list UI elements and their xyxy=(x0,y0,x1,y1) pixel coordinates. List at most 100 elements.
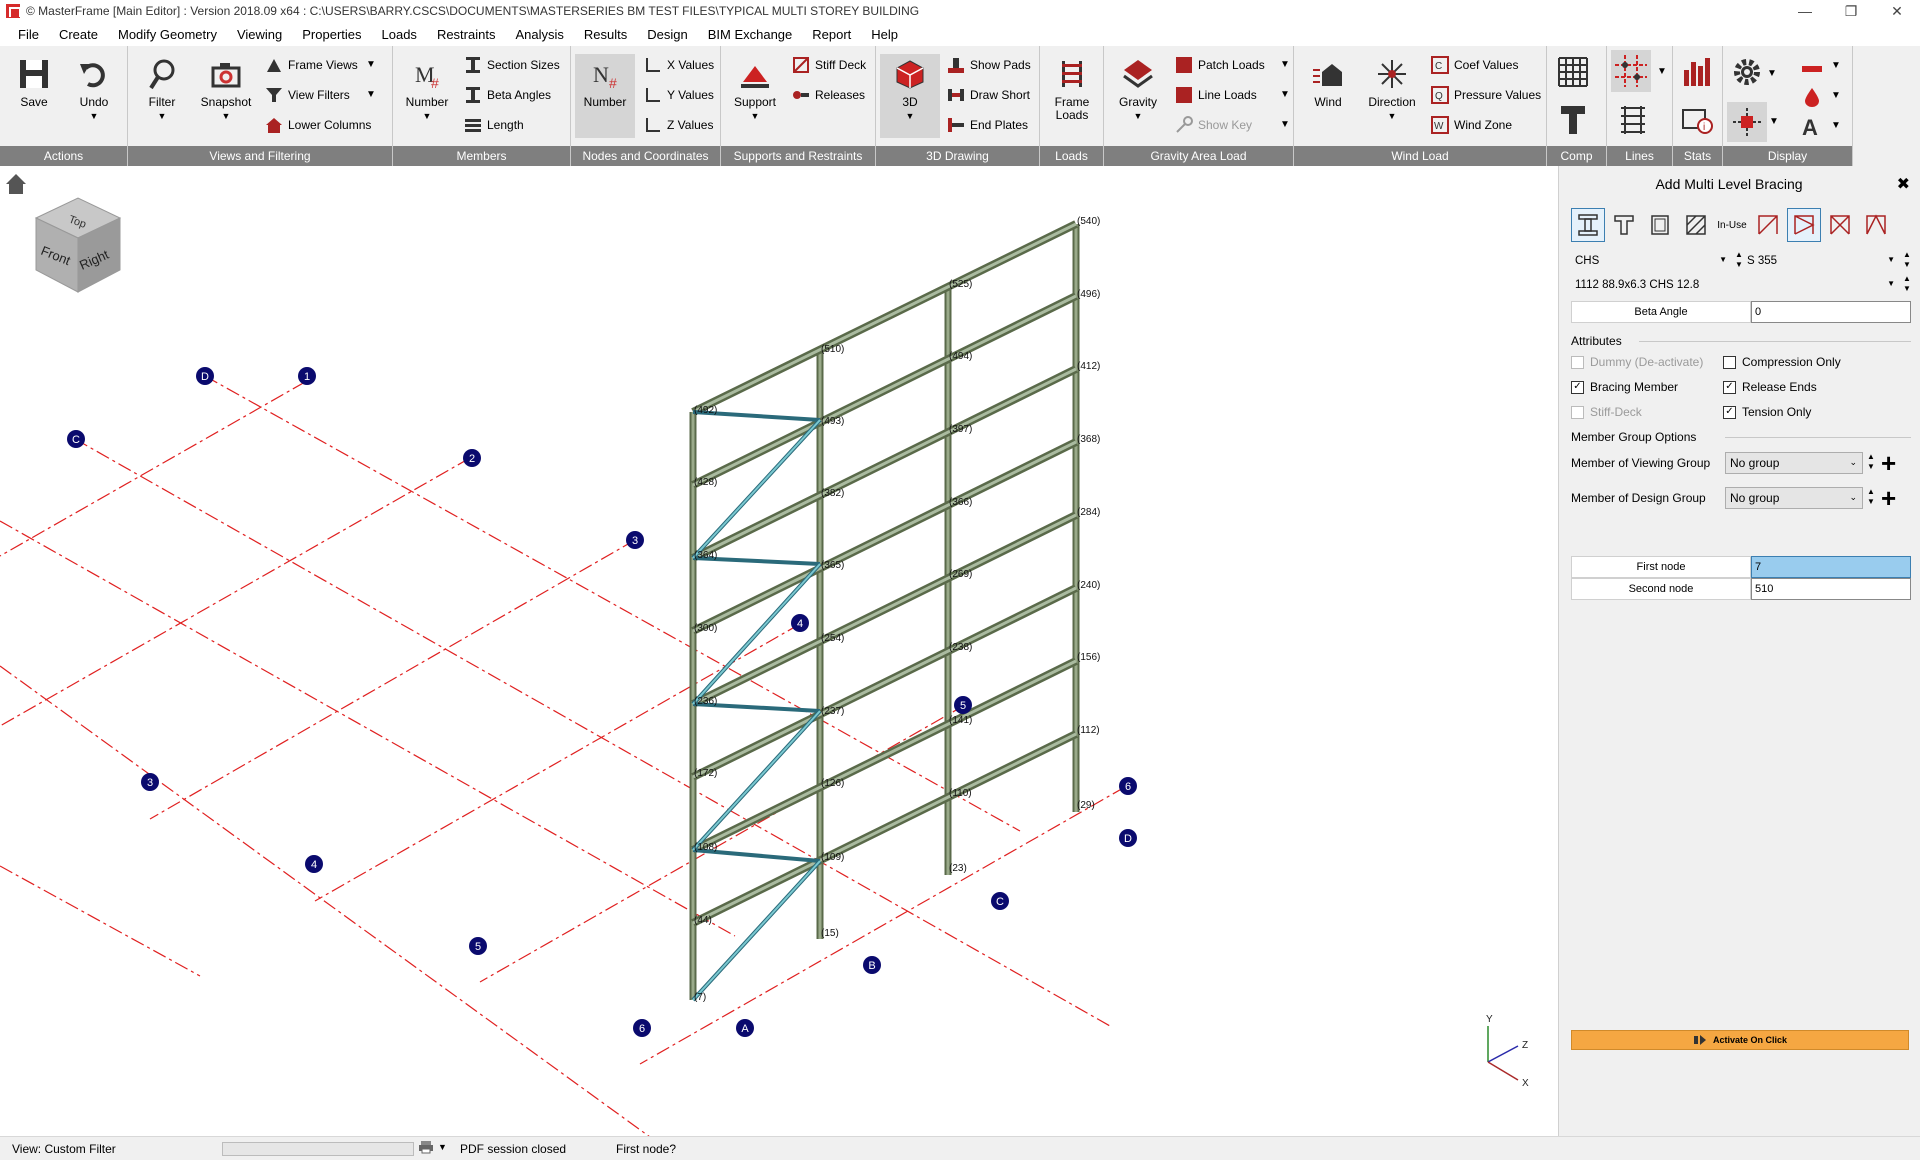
grid-bubble[interactable]: 1 xyxy=(298,367,316,385)
box-section-type-button[interactable] xyxy=(1643,208,1677,242)
menu-file[interactable]: File xyxy=(8,27,49,42)
frame-views-button[interactable]: Frame Views xyxy=(264,54,358,76)
add-design-group-button[interactable]: + xyxy=(1881,485,1896,511)
x-brace-button[interactable] xyxy=(1823,208,1857,242)
level-lines-button[interactable] xyxy=(1617,102,1649,138)
menu-properties[interactable]: Properties xyxy=(292,27,371,42)
tension-only-checkbox[interactable]: ✓ Tension Only xyxy=(1723,405,1811,419)
releases-button[interactable]: Releases xyxy=(791,84,865,106)
show-key-dropdown[interactable]: ▼ xyxy=(1280,119,1290,130)
grid-lines-button[interactable] xyxy=(1611,50,1651,92)
support-button[interactable]: Support ▼ xyxy=(725,54,785,138)
menu-bim-exchange[interactable]: BIM Exchange xyxy=(698,27,803,42)
view-cube[interactable]: Top Front Right xyxy=(34,197,122,293)
grid-bubble[interactable]: A xyxy=(736,1019,754,1037)
wind-zone-button[interactable]: W Wind Zone xyxy=(1430,114,1512,136)
menu-report[interactable]: Report xyxy=(802,27,861,42)
section-size-spinner[interactable]: ▲ ▼ xyxy=(1901,274,1913,296)
menu-create[interactable]: Create xyxy=(49,27,108,42)
pressure-values-button[interactable]: Q Pressure Values xyxy=(1430,84,1541,106)
grid-bubble[interactable]: C xyxy=(991,892,1009,910)
stats-chart-button[interactable] xyxy=(1681,54,1713,90)
line-loads-dropdown[interactable]: ▼ xyxy=(1280,89,1290,100)
grid-bubble[interactable]: 2 xyxy=(463,449,481,467)
grade-spinner[interactable]: ▲ ▼ xyxy=(1901,250,1913,272)
3d-button[interactable]: 3D ▼ xyxy=(880,54,940,138)
grid-bubble[interactable]: 5 xyxy=(469,937,487,955)
grade-select[interactable]: S 355 ▼ xyxy=(1743,250,1899,272)
direction-button[interactable]: Direction ▼ xyxy=(1362,54,1422,138)
menu-viewing[interactable]: Viewing xyxy=(227,27,292,42)
viewing-group-spinner[interactable]: ▲ ▼ xyxy=(1865,452,1877,474)
show-key-button[interactable]: Show Key xyxy=(1174,114,1252,136)
in-use-button[interactable]: In-Use xyxy=(1715,208,1749,242)
view-filters-dropdown[interactable]: ▼ xyxy=(366,89,376,100)
grid-bubble[interactable]: 6 xyxy=(1119,777,1137,795)
stats-info-button[interactable]: i xyxy=(1681,102,1713,138)
x-values-button[interactable]: X Values xyxy=(643,54,714,76)
release-ends-checkbox[interactable]: ✓ Release Ends xyxy=(1723,380,1817,394)
text-style-button[interactable]: A xyxy=(1801,116,1823,138)
second-node-input[interactable]: 510 xyxy=(1751,578,1911,600)
wind-button[interactable]: Wind xyxy=(1298,54,1358,138)
coef-values-button[interactable]: C Coef Values xyxy=(1430,54,1518,76)
draw-short-button[interactable]: Draw Short xyxy=(946,84,1030,106)
patch-loads-button[interactable]: Patch Loads xyxy=(1174,54,1265,76)
model-viewport[interactable]: Top Front Right (540) (525) (496) (510) … xyxy=(0,166,1558,1136)
grid-bubble[interactable]: D xyxy=(196,367,214,385)
menu-design[interactable]: Design xyxy=(637,27,697,42)
member-color-button[interactable] xyxy=(1801,58,1823,80)
text-style-dropdown[interactable]: ▼ xyxy=(1831,120,1841,131)
home-icon[interactable] xyxy=(6,174,26,194)
model-canvas[interactable]: Top Front Right (540) (525) (496) (510) … xyxy=(0,166,1558,1136)
section-size-select[interactable]: 1112 88.9x6.3 CHS 12.8 ▼ xyxy=(1571,274,1899,296)
grid-bubble[interactable]: 4 xyxy=(305,855,323,873)
design-group-spinner[interactable]: ▲ ▼ xyxy=(1865,487,1877,509)
gravity-button[interactable]: Gravity ▼ xyxy=(1108,54,1168,138)
minimize-button[interactable]: — xyxy=(1782,0,1828,22)
node-number-button[interactable]: N # Number xyxy=(575,54,635,138)
lower-columns-button[interactable]: Lower Columns xyxy=(264,114,371,136)
activate-on-click-button[interactable]: Activate On Click xyxy=(1571,1030,1909,1050)
close-window-button[interactable]: ✕ xyxy=(1874,0,1920,22)
stiff-deck-checkbox[interactable]: Stiff-Deck xyxy=(1571,405,1642,419)
settings-dropdown[interactable]: ▼ xyxy=(1767,68,1777,79)
end-plates-button[interactable]: End Plates xyxy=(946,114,1028,136)
member-number-button[interactable]: M # Number ▼ xyxy=(397,54,457,138)
viewing-group-select[interactable]: No group ⌄ xyxy=(1725,452,1863,474)
bracing-member-checkbox[interactable]: ✓ Bracing Member xyxy=(1571,380,1678,394)
multi-level-brace-button[interactable] xyxy=(1787,208,1821,242)
stiff-deck-button[interactable]: Stiff Deck xyxy=(791,54,866,76)
filter-button[interactable]: Filter ▼ xyxy=(132,54,192,138)
node-display-dropdown[interactable]: ▼ xyxy=(1769,116,1779,127)
fill-color-dropdown[interactable]: ▼ xyxy=(1831,90,1841,101)
comp-member-button[interactable] xyxy=(1557,102,1589,138)
menu-results[interactable]: Results xyxy=(574,27,637,42)
grid-bubble[interactable]: 5 xyxy=(954,696,972,714)
frame-structure[interactable] xyxy=(689,220,1080,1002)
frame-loads-button[interactable]: Frame Loads xyxy=(1042,54,1102,138)
snapshot-button[interactable]: Snapshot ▼ xyxy=(196,54,256,138)
compression-only-checkbox[interactable]: Compression Only xyxy=(1723,355,1841,369)
comp-grid-button[interactable] xyxy=(1557,54,1589,90)
beta-angle-input[interactable]: 0 xyxy=(1751,301,1911,323)
y-values-button[interactable]: Y Values xyxy=(643,84,714,106)
member-color-dropdown[interactable]: ▼ xyxy=(1831,60,1841,71)
grid-bubble[interactable]: 4 xyxy=(791,614,809,632)
z-values-button[interactable]: Z Values xyxy=(643,114,713,136)
section-sizes-button[interactable]: Section Sizes xyxy=(463,54,560,76)
menu-loads[interactable]: Loads xyxy=(372,27,427,42)
panel-close-button[interactable]: ✖ xyxy=(1897,174,1910,194)
menu-modify-geometry[interactable]: Modify Geometry xyxy=(108,27,227,42)
grid-bubble[interactable]: 3 xyxy=(141,773,159,791)
grid-lines-dropdown[interactable]: ▼ xyxy=(1657,66,1667,77)
grid-bubble[interactable]: C xyxy=(67,430,85,448)
settings-button[interactable] xyxy=(1731,54,1763,90)
menu-restraints[interactable]: Restraints xyxy=(427,27,506,42)
grid-bubble[interactable]: 6 xyxy=(633,1019,651,1037)
i-section-type-button[interactable] xyxy=(1571,208,1605,242)
section-type-select[interactable]: CHS ▼ xyxy=(1571,250,1731,272)
add-viewing-group-button[interactable]: + xyxy=(1881,450,1896,476)
beta-angles-button[interactable]: Beta Angles xyxy=(463,84,551,106)
menu-help[interactable]: Help xyxy=(861,27,908,42)
